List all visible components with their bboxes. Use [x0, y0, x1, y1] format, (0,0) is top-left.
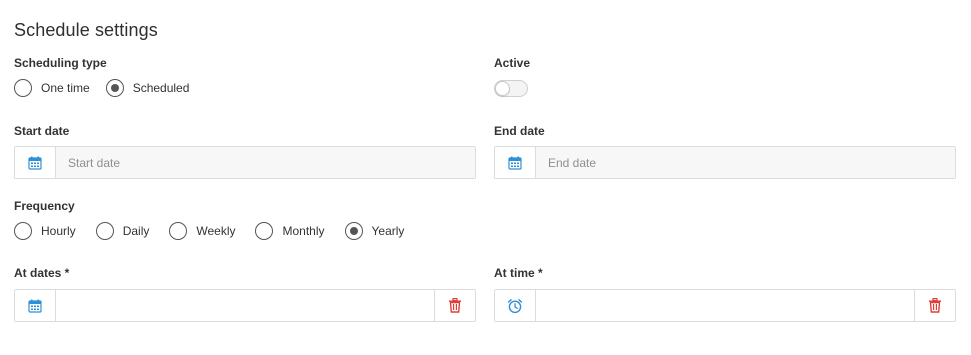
frequency-label: Frequency: [14, 199, 75, 213]
active-label: Active: [494, 56, 531, 70]
frequency-group: Hourly Daily Weekly Monthly Yearly: [14, 221, 424, 241]
start-date-field: [14, 146, 476, 179]
start-date-label: Start date: [14, 124, 70, 138]
radio-label: Yearly: [371, 224, 405, 238]
at-dates-label: At dates *: [14, 266, 70, 280]
radio-yearly[interactable]: Yearly: [344, 222, 405, 240]
active-toggle[interactable]: [494, 80, 528, 97]
at-time-label: At time *: [494, 266, 543, 280]
end-date-input[interactable]: [536, 147, 955, 178]
radio-label: One time: [41, 81, 90, 95]
start-date-input[interactable]: [56, 147, 475, 178]
radio-label: Hourly: [41, 224, 76, 238]
alarm-clock-icon[interactable]: [495, 290, 536, 321]
radio-circle[interactable]: [95, 222, 114, 240]
radio-label: Monthly: [282, 224, 325, 238]
end-date-field: [494, 146, 956, 179]
radio-hourly[interactable]: Hourly: [14, 222, 76, 240]
radio-label: Scheduled: [132, 81, 190, 95]
radio-one-time[interactable]: One time: [14, 79, 90, 97]
trash-icon[interactable]: [434, 290, 475, 321]
radio-label: Weekly: [196, 224, 236, 238]
radio-scheduled[interactable]: Scheduled: [105, 79, 190, 97]
radio-monthly[interactable]: Monthly: [255, 222, 325, 240]
radio-circle-checked[interactable]: [105, 79, 124, 97]
at-dates-input[interactable]: [56, 290, 434, 321]
scheduling-type-group: One time Scheduled: [14, 78, 209, 98]
radio-weekly[interactable]: Weekly: [169, 222, 235, 240]
calendar-icon[interactable]: [495, 147, 536, 178]
radio-label: Daily: [122, 224, 150, 238]
at-dates-field: [14, 289, 476, 322]
end-date-label: End date: [494, 124, 545, 138]
radio-circle[interactable]: [169, 222, 188, 240]
radio-circle[interactable]: [14, 222, 32, 240]
scheduling-type-label: Scheduling type: [14, 56, 107, 70]
at-time-input[interactable]: [536, 290, 914, 321]
radio-circle[interactable]: [255, 222, 274, 240]
radio-daily[interactable]: Daily: [95, 222, 150, 240]
radio-circle-checked[interactable]: [344, 222, 363, 240]
calendar-icon[interactable]: [15, 147, 56, 178]
toggle-knob: [495, 81, 510, 96]
at-time-field: [494, 289, 956, 322]
calendar-icon[interactable]: [15, 290, 56, 321]
radio-circle[interactable]: [14, 79, 32, 97]
page-title: Schedule settings: [14, 20, 158, 40]
trash-icon[interactable]: [914, 290, 955, 321]
